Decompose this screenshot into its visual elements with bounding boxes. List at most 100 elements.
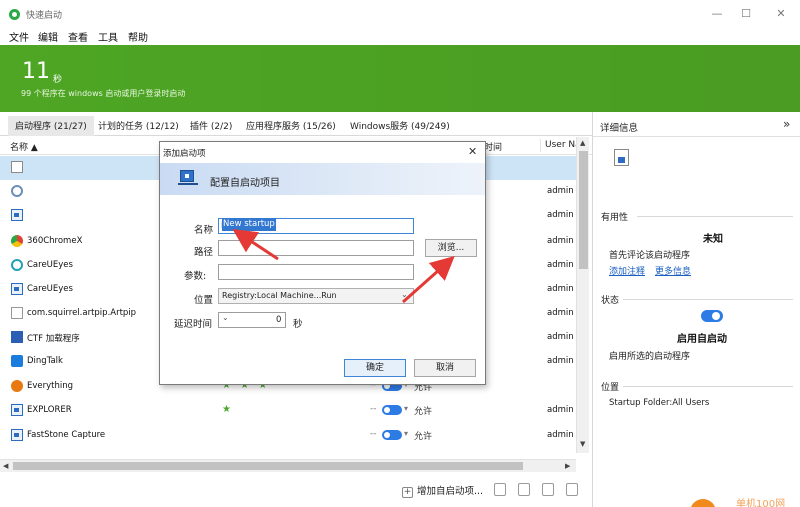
dialog-close-button[interactable]: ✕ — [468, 145, 477, 158]
tab-scheduled-tasks[interactable]: 计划的任务 (12/12) — [98, 119, 179, 132]
more-info-link[interactable]: 更多信息 — [655, 264, 691, 277]
vertical-scroll-thumb[interactable] — [579, 151, 588, 269]
plus-icon: + — [402, 487, 413, 498]
details-panel: 详细信息 » 有用性 未知 首先评论该启动程序 添加注释 更多信息 状态 启用自… — [592, 112, 800, 507]
app-title: 快速启动 — [26, 11, 63, 21]
horizontal-scrollbar[interactable]: ◀ ▶ — [0, 459, 576, 472]
row-name: FastStone Capture — [27, 430, 106, 440]
category-tabs: 启动程序 (21/27) 计划的任务 (12/12) 插件 (2/2) 应用程序… — [0, 116, 592, 136]
menu-edit[interactable]: 编辑 — [38, 29, 58, 44]
scroll-up-icon[interactable]: ▲ — [580, 139, 585, 147]
name-label: 名称 — [194, 225, 214, 236]
watermark-text: 单机100网 — [736, 499, 786, 507]
window-icon — [11, 283, 23, 295]
monitor-icon — [180, 170, 194, 182]
edit-icon[interactable] — [494, 483, 506, 496]
usefulness-label: 有用性 — [601, 213, 629, 223]
divider — [623, 386, 793, 387]
args-input[interactable] — [218, 264, 414, 280]
location-value: Startup Folder:All Users — [609, 398, 710, 408]
column-separator — [540, 139, 541, 152]
delete-icon[interactable] — [518, 483, 530, 496]
startup-time-banner: 11 秒 99 个程序在 windows 启动或用户登录时启动 — [0, 45, 800, 112]
minimize-button[interactable]: — — [707, 5, 727, 23]
autostart-toggle[interactable] — [701, 310, 723, 322]
dialog-heading: 配置自启动项目 — [210, 178, 280, 189]
rating-value: 未知 — [703, 234, 723, 245]
row-user: admin — [547, 405, 574, 415]
app-logo-icon — [9, 9, 20, 20]
open-location-icon[interactable] — [542, 483, 554, 496]
details-title: 详细信息 — [600, 123, 639, 134]
boot-time-unit: 秒 — [53, 75, 63, 85]
pen-icon — [11, 331, 23, 343]
name-selected-text: New startup — [222, 218, 276, 231]
bottom-toolbar: + 增加自启动项... — [0, 474, 592, 507]
add-startup-button[interactable]: + 增加自启动项... — [402, 483, 483, 498]
document-icon — [11, 307, 23, 319]
path-label: 路径 — [194, 247, 214, 258]
vertical-scrollbar[interactable]: ▲ ▼ — [576, 137, 589, 453]
delay-value: 0 — [276, 315, 282, 325]
scroll-down-icon[interactable]: ▼ — [580, 440, 585, 448]
row-status: 允许 — [414, 432, 433, 442]
table-row[interactable]: EXPLORER ★ -- ▾ 允许 admin — [0, 399, 576, 423]
dialog-title: 添加启动项 — [163, 149, 206, 159]
enable-toggle[interactable] — [382, 430, 402, 440]
watermark-logo-icon — [690, 499, 716, 507]
file-icon — [614, 149, 629, 166]
monitor-stand-icon — [178, 183, 198, 185]
delay-dropdown-icon[interactable]: ⌄ — [222, 313, 229, 322]
browse-button[interactable]: 浏览... — [425, 239, 477, 257]
boot-time-value: 11 — [22, 59, 50, 84]
expand-panel-icon[interactable]: » — [783, 117, 790, 131]
cancel-button[interactable]: 取消 — [414, 359, 476, 377]
horizontal-scroll-thumb[interactable] — [13, 462, 523, 470]
row-name: EXPLORER — [27, 405, 72, 415]
path-input[interactable] — [218, 240, 414, 256]
row-user: admin — [547, 260, 574, 270]
enable-toggle[interactable] — [382, 405, 402, 415]
search-icon — [11, 380, 23, 392]
location-select[interactable]: Registry:Local Machine...Run — [218, 288, 414, 304]
row-name: DingTalk — [27, 356, 63, 366]
delay-unit: 秒 — [293, 319, 303, 330]
menu-file[interactable]: 文件 — [9, 29, 29, 44]
row-user: admin — [547, 430, 574, 440]
dialog-form: 名称 New startup 路径 浏览... 参数: 位置 Registry:… — [160, 195, 485, 384]
scroll-left-icon[interactable]: ◀ — [3, 462, 8, 470]
tab-app-services[interactable]: 应用程序服务 (15/26) — [246, 119, 336, 132]
gear-icon — [11, 185, 23, 197]
location-select-value: Registry:Local Machine...Run — [222, 291, 337, 300]
scroll-right-icon[interactable]: ▶ — [565, 462, 570, 470]
column-name-header[interactable]: 名称 ▲ — [10, 140, 38, 153]
add-comment-link[interactable]: 添加注释 — [609, 264, 645, 277]
tab-startup-programs[interactable]: 启动程序 (21/27) — [8, 116, 94, 136]
row-name: CareUEyes — [27, 284, 73, 294]
blank-file-icon — [11, 161, 23, 173]
column-time-header[interactable]: 时间 — [484, 140, 502, 153]
window-icon — [11, 404, 23, 416]
tab-plugins[interactable]: 插件 (2/2) — [190, 119, 232, 132]
table-row[interactable]: FastStone Capture -- ▾ 允许 admin — [0, 424, 576, 448]
menu-tools[interactable]: 工具 — [98, 29, 118, 44]
toggle-dropdown-icon[interactable]: ▾ — [404, 404, 408, 413]
close-button[interactable]: ✕ — [771, 5, 791, 23]
row-status: 允许 — [414, 407, 433, 417]
chevron-down-icon[interactable]: ⌄ — [401, 290, 408, 299]
window-icon — [11, 209, 23, 221]
maximize-button[interactable]: ☐ — [736, 5, 756, 23]
watermark-logo: 单机100网 — [690, 493, 800, 507]
menu-view[interactable]: 查看 — [68, 29, 88, 44]
ok-button[interactable]: 确定 — [344, 359, 406, 377]
toggle-dropdown-icon[interactable]: ▾ — [404, 429, 408, 438]
status-value: 启用自启动 — [677, 334, 727, 345]
row-user: admin — [547, 356, 574, 366]
divider — [623, 299, 793, 300]
properties-icon[interactable] — [566, 483, 578, 496]
menu-help[interactable]: 帮助 — [128, 29, 148, 44]
delay-label: 延迟时间 — [174, 319, 213, 330]
tab-windows-services[interactable]: Windows服务 (49/249) — [350, 119, 450, 132]
row-name: Everything — [27, 381, 74, 391]
menu-bar: 文件 编辑 查看 工具 帮助 — [0, 28, 800, 45]
